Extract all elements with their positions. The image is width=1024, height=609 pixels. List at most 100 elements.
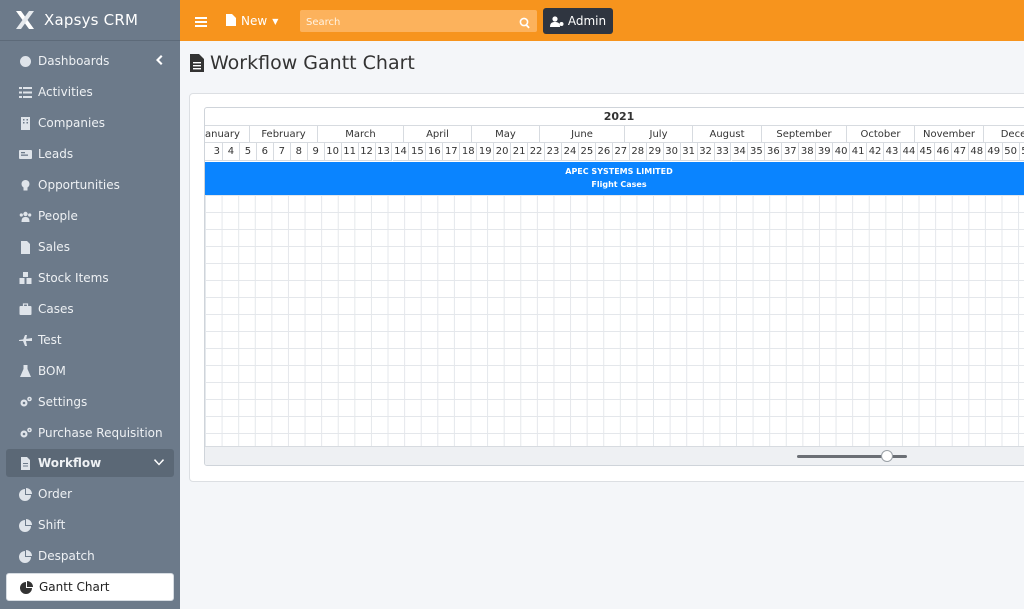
task-name: Flight Cases xyxy=(591,180,647,189)
gantt-month: October xyxy=(847,126,915,143)
chevron-down-icon[interactable] xyxy=(154,456,164,470)
menu-toggle-icon[interactable] xyxy=(195,13,207,27)
gantt-week: 32 xyxy=(697,143,715,161)
gantt-week: 7 xyxy=(273,143,291,161)
gantt-week: 51 xyxy=(1019,143,1024,161)
gantt-week: 12 xyxy=(358,143,376,161)
file-alt-icon xyxy=(190,54,204,72)
gantt-week: 11 xyxy=(341,143,359,161)
sidebar-item-shift[interactable]: Shift xyxy=(6,511,174,539)
sidebar-item-leads[interactable]: Leads xyxy=(6,140,174,168)
gantt-week: 16 xyxy=(426,143,444,161)
gantt-week: 3 xyxy=(205,143,223,161)
lightbulb-icon xyxy=(18,178,32,192)
sidebar-item-activities[interactable]: Activities xyxy=(6,78,174,106)
sidebar-item-workflow[interactable]: Workflow xyxy=(6,449,174,477)
user-cog-icon xyxy=(549,15,564,27)
gantt-week: 15 xyxy=(409,143,427,161)
cogs-icon xyxy=(18,395,32,409)
sidebar-item-order[interactable]: Order xyxy=(6,480,174,508)
caret-down-icon: ▼ xyxy=(272,16,279,26)
new-button[interactable]: New ▼ xyxy=(226,12,278,30)
gantt-week: 19 xyxy=(477,143,495,161)
flask-icon xyxy=(18,364,32,378)
gantt-week: 41 xyxy=(850,143,868,161)
sidebar-item-label: Stock Items xyxy=(38,271,109,285)
search-box xyxy=(300,10,537,34)
gantt-month: November xyxy=(915,126,984,143)
sidebar-item-label: Gantt Chart xyxy=(39,580,110,594)
gantt-week: 35 xyxy=(748,143,766,161)
zoom-slider-thumb[interactable] xyxy=(881,450,894,462)
gantt-month: July xyxy=(625,126,693,143)
sidebar-item-label: Purchase Requisition xyxy=(38,426,163,440)
users-icon xyxy=(18,209,32,223)
gantt-week: 43 xyxy=(884,143,901,161)
sidebar-item-label: Order xyxy=(38,487,73,501)
gantt-week: 40 xyxy=(833,143,851,161)
sidebar-item-settings[interactable]: Settings xyxy=(6,388,174,416)
gantt-week: 20 xyxy=(494,143,512,161)
gantt-chart: 2021 anuary February March April May June July… xyxy=(204,107,1024,466)
gantt-month: April xyxy=(404,126,472,143)
search-input[interactable] xyxy=(300,11,510,34)
gantt-week: 24 xyxy=(562,143,579,161)
cogs-icon xyxy=(18,426,32,440)
cubes-icon xyxy=(18,271,32,285)
sidebar-item-label: BOM xyxy=(38,364,66,378)
dashboard-icon xyxy=(18,54,32,68)
gantt-week: 27 xyxy=(612,143,630,161)
sidebar-item-companies[interactable]: Companies xyxy=(6,109,174,137)
gantt-week: 45 xyxy=(917,143,935,161)
gantt-week: 38 xyxy=(799,143,817,161)
gantt-week: 22 xyxy=(528,143,546,161)
gantt-month: May xyxy=(472,126,540,143)
topbar: New ▼ Admin xyxy=(180,0,1024,41)
briefcase-icon xyxy=(18,302,32,316)
sidebar-item-despatch[interactable]: Despatch xyxy=(6,542,174,570)
id-card-icon xyxy=(18,147,32,161)
gantt-week: 18 xyxy=(460,143,478,161)
brand-logo-icon xyxy=(16,11,34,29)
brand[interactable]: Xapsys CRM xyxy=(0,0,180,41)
sidebar-item-bom[interactable]: BOM xyxy=(6,357,174,385)
sidebar: Xapsys CRM Dashboards Activities Companies… xyxy=(0,0,180,609)
gantt-week: 48 xyxy=(968,143,986,161)
sidebar-item-stock-items[interactable]: Stock Items xyxy=(6,264,174,292)
sidebar-item-label: Sales xyxy=(38,240,70,254)
admin-button[interactable]: Admin xyxy=(543,8,613,34)
sidebar-item-label: Activities xyxy=(38,85,93,99)
gantt-year: 2021 xyxy=(205,108,1024,126)
pie-chart-icon xyxy=(18,518,32,532)
chevron-left-icon[interactable] xyxy=(154,54,164,68)
gantt-week: 50 xyxy=(1002,143,1020,161)
gantt-week: 4 xyxy=(223,143,240,161)
sidebar-item-gantt-chart[interactable]: Gantt Chart xyxy=(6,573,174,601)
gantt-week: 26 xyxy=(595,143,613,161)
gantt-week: 34 xyxy=(731,143,749,161)
new-button-label: New xyxy=(241,14,268,28)
gantt-week: 9 xyxy=(307,143,325,161)
sidebar-item-label: People xyxy=(38,209,78,223)
sidebar-item-test[interactable]: Test xyxy=(6,326,174,354)
gantt-grid[interactable] xyxy=(205,195,1024,446)
sidebar-item-label: Workflow xyxy=(38,456,102,470)
gantt-week: 39 xyxy=(816,143,834,161)
sidebar-item-cases[interactable]: Cases xyxy=(6,295,174,323)
gantt-month: August xyxy=(693,126,762,143)
gantt-week: 47 xyxy=(951,143,969,161)
sidebar-item-sales[interactable]: Sales xyxy=(6,233,174,261)
sidebar-item-label: Shift xyxy=(38,518,66,532)
search-icon[interactable] xyxy=(519,14,531,29)
sidebar-item-dashboards[interactable]: Dashboards xyxy=(6,47,174,75)
sidebar-item-purchase-requisition[interactable]: Purchase Requisition xyxy=(6,419,174,447)
gantt-week: 10 xyxy=(324,143,342,161)
gantt-task-bar[interactable]: APEC SYSTEMS LIMITED Flight Cases xyxy=(205,162,1024,195)
gantt-months: anuary February March April May June July Augus… xyxy=(205,126,1024,143)
gantt-week: 42 xyxy=(867,143,885,161)
gantt-footer xyxy=(205,446,1024,465)
admin-label: Admin xyxy=(567,14,607,28)
sidebar-item-people[interactable]: People xyxy=(6,202,174,230)
sidebar-item-opportunities[interactable]: Opportunities xyxy=(6,171,174,199)
pie-chart-icon xyxy=(18,549,32,563)
